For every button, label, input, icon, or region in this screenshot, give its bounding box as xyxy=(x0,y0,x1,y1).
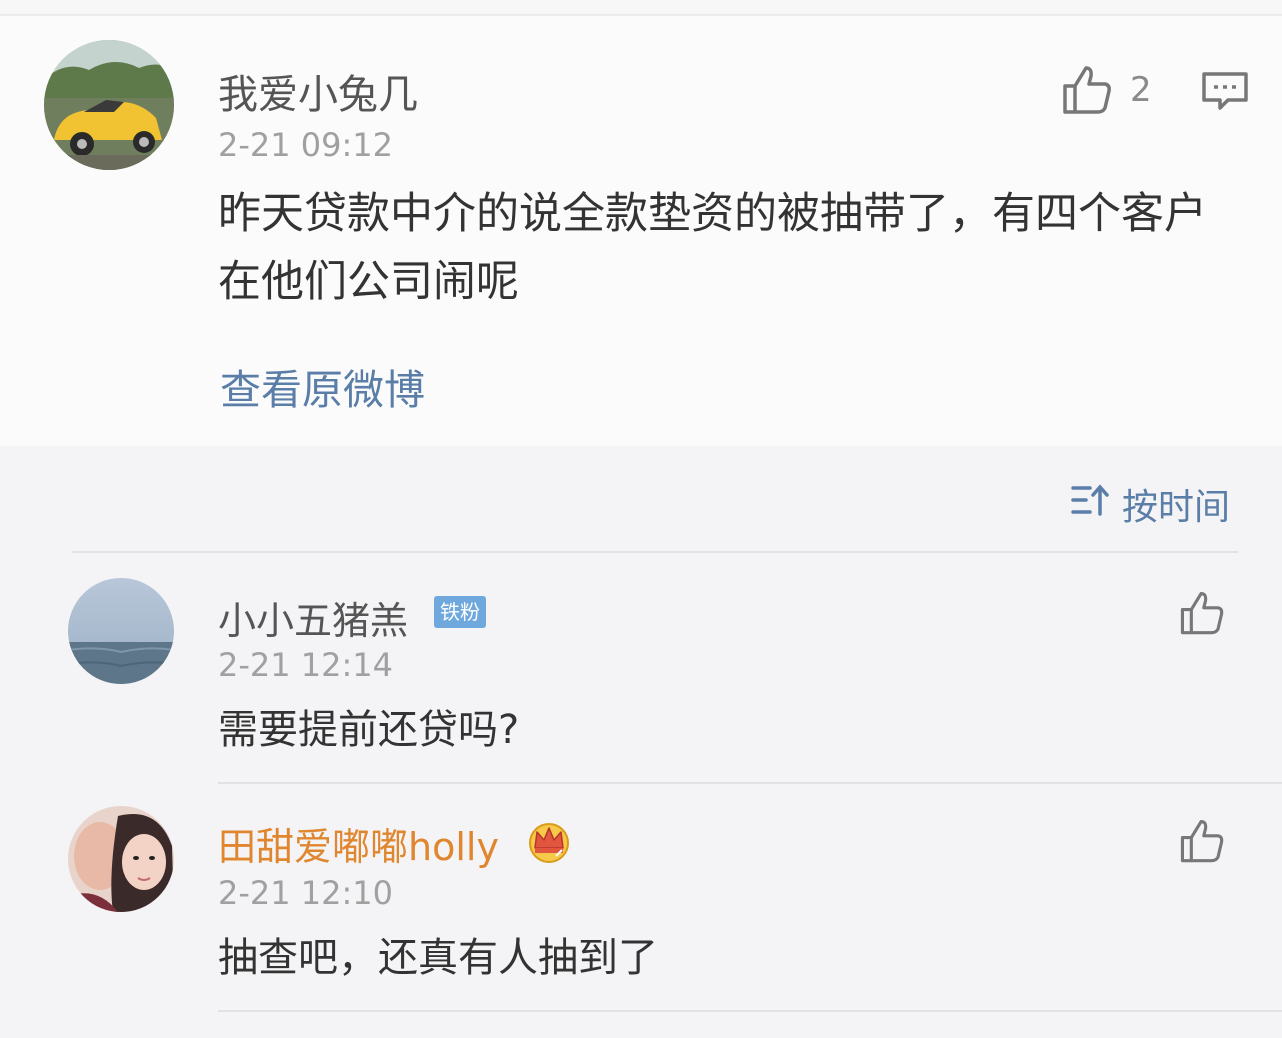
thumbs-up-icon[interactable] xyxy=(1178,590,1226,638)
comment-divider xyxy=(218,1010,1282,1012)
thumbs-up-icon[interactable] xyxy=(1060,64,1114,118)
post-like-count: 2 xyxy=(1130,70,1152,110)
comment-avatar[interactable] xyxy=(68,806,174,912)
top-divider xyxy=(0,0,1282,16)
thumbs-up-icon[interactable] xyxy=(1178,818,1226,866)
post-avatar[interactable] xyxy=(44,40,174,170)
sort-icon xyxy=(1070,482,1110,527)
sort-label: 按时间 xyxy=(1122,487,1231,528)
comment-author-name[interactable]: 田甜爱嘟嘟holly xyxy=(218,816,499,871)
post-text: 昨天贷款中介的说全款垫资的被抽带了，有四个客户在他们公司闹呢 xyxy=(218,189,1207,307)
comment-time: 2-21 12:14 xyxy=(218,646,394,684)
sort-by-time[interactable]: 按时间 xyxy=(1070,478,1230,530)
comment-text: 抽查吧，还真有人抽到了 xyxy=(218,935,658,981)
sort-divider xyxy=(72,551,1238,553)
comment-avatar[interactable] xyxy=(68,578,174,684)
iron-fan-badge: 铁粉 xyxy=(434,596,486,628)
comment-text: 需要提前还贷吗? xyxy=(218,707,520,753)
view-original-link[interactable]: 查看原微博 xyxy=(220,356,425,416)
comment-icon[interactable] xyxy=(1200,70,1250,114)
comment-author-name[interactable]: 小小五猪羔 xyxy=(218,590,408,645)
comment-time: 2-21 12:10 xyxy=(218,874,394,912)
comment-divider xyxy=(218,782,1282,784)
crown-icon xyxy=(526,818,572,864)
post-time: 2-21 09:12 xyxy=(218,126,394,164)
main-post: 我爱小兔几 2-21 09:12 2 昨天贷款中介的说全款垫资的被抽带了，有四个… xyxy=(0,16,1282,446)
post-author-name[interactable]: 我爱小兔几 xyxy=(218,62,418,120)
